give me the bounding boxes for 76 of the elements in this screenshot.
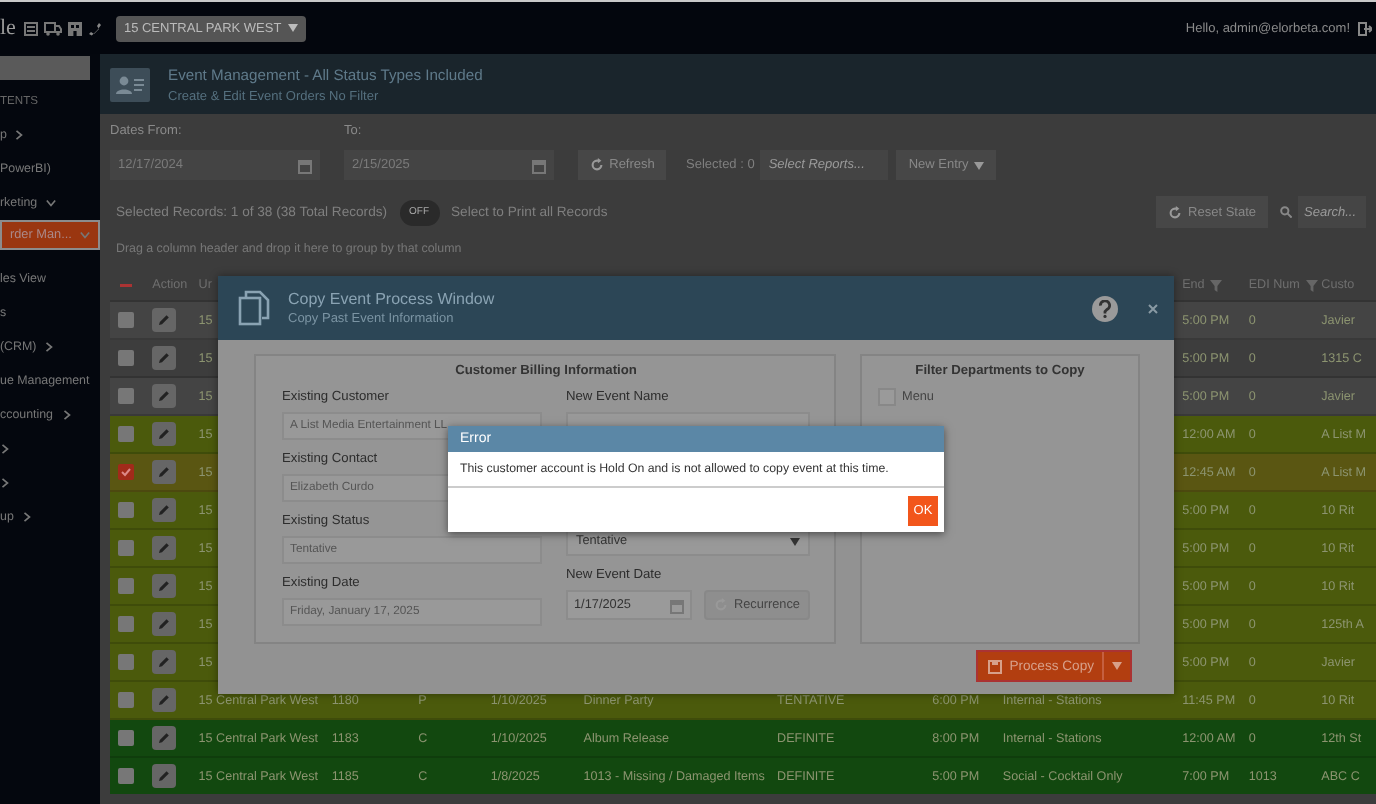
row-checkbox[interactable] [118,502,134,518]
row-checkbox[interactable] [118,312,134,328]
row-checkbox[interactable] [118,654,134,670]
logout-icon[interactable] [1358,21,1372,35]
chevron-icon [0,478,10,488]
edit-button[interactable] [152,726,177,750]
chevron-icon [14,130,25,140]
caret-icon [1112,662,1122,670]
edit-button[interactable] [152,460,177,484]
caret-icon [974,161,985,169]
pencil-icon [158,770,171,782]
brand-logo[interactable]: le [0,16,16,40]
edit-button[interactable] [152,346,177,370]
help-icon [1098,299,1112,317]
calendar-icon[interactable] [532,157,546,173]
chevron-icon [80,230,90,240]
pencil-icon [158,466,171,478]
pencil-icon [158,314,171,326]
edit-button[interactable] [152,764,177,788]
refresh-icon [589,158,604,172]
filter-icon[interactable] [1305,279,1318,291]
sidebar-search-field[interactable] [0,56,90,80]
row-checkbox[interactable] [118,540,134,556]
document-icon[interactable] [23,21,38,35]
edit-button[interactable] [152,688,177,712]
search-icon [1280,206,1292,218]
edit-button[interactable] [152,498,177,522]
pencil-icon [158,504,171,516]
row-checkbox[interactable] [118,730,134,746]
pencil-icon [158,580,171,592]
edit-button[interactable] [152,308,177,332]
caret-icon [287,24,298,32]
chevron-icon [61,410,71,420]
row-checkbox[interactable] [118,616,134,632]
close-button[interactable] [1148,303,1158,313]
help-button[interactable] [1092,295,1118,321]
chevron-icon [45,198,56,208]
chevron-icon [21,512,32,522]
chevron-icon [0,444,10,454]
dialog-title: Copy Event Process Window [288,290,495,308]
pencil-icon [158,390,171,402]
refresh-icon [1168,205,1183,219]
pencil-icon [158,694,171,706]
pencil-icon [158,732,171,744]
row-checkbox[interactable] [118,692,134,708]
building-icon[interactable] [67,21,82,35]
pencil-icon [158,428,171,440]
check-icon [120,466,132,478]
row-checkbox[interactable] [118,388,134,404]
calendar-icon[interactable] [298,157,312,173]
chevron-icon [44,342,55,352]
contact-card-icon [110,67,150,101]
edit-button[interactable] [152,422,177,446]
edit-button[interactable] [152,384,177,408]
row-checkbox[interactable] [118,464,134,480]
edit-button[interactable] [152,650,177,674]
filter-icon[interactable] [1210,279,1223,291]
close-icon [1148,303,1158,313]
edit-button[interactable] [152,612,177,636]
minus-icon [120,283,132,287]
pencil-icon [158,542,171,554]
phone-icon[interactable] [87,21,102,35]
copy-icon [238,290,270,326]
save-icon [987,659,1002,673]
caret-icon [790,537,800,545]
truck-icon[interactable] [43,21,62,35]
row-checkbox[interactable] [118,578,134,594]
pencil-icon [158,352,171,364]
edit-button[interactable] [152,536,177,560]
row-checkbox[interactable] [118,426,134,442]
pencil-icon [158,618,171,630]
edit-button[interactable] [152,574,177,598]
row-checkbox[interactable] [118,350,134,366]
pencil-icon [158,656,171,668]
row-checkbox[interactable] [118,768,134,784]
calendar-icon[interactable] [669,597,684,613]
